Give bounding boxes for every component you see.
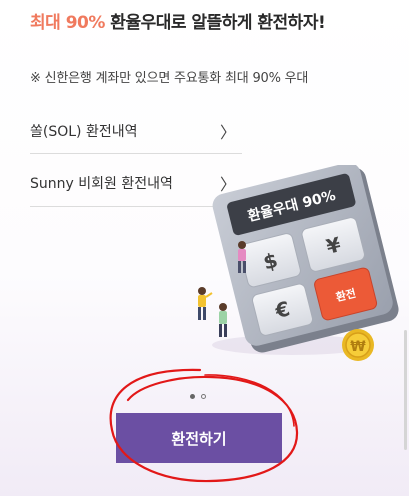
exchange-button[interactable]: 환전하기 <box>116 413 282 463</box>
chevron-right-icon: 〉 <box>219 123 236 142</box>
headline-accent: 최대 90% <box>30 13 105 33</box>
page-dot[interactable] <box>201 394 206 399</box>
page-dot-active[interactable] <box>190 394 195 399</box>
won-symbol: ₩ <box>350 339 366 355</box>
won-coin-icon: ₩ <box>342 329 374 361</box>
page-indicator <box>190 394 206 399</box>
person-figure-green <box>219 303 227 337</box>
exchange-calculator-illustration: 환율우대 90% $ ¥ € 환전 ₩ <box>198 165 399 361</box>
menu-item-sol-history[interactable]: 쏠(SOL) 환전내역 〉 <box>30 111 240 151</box>
headline-text: 환율우대로 알뜰하게 환전하자! <box>104 13 326 33</box>
page-headline: 최대 90% 환율우대로 알뜰하게 환전하자! <box>30 8 326 33</box>
menu-item-label: 쏠(SOL) 환전내역 <box>30 124 138 140</box>
benefit-notice: ※ 신한은행 계좌만 있으면 주요통화 최대 90% 우대 <box>30 71 309 86</box>
divider <box>30 153 242 154</box>
person-figure-yellow <box>198 287 213 320</box>
menu-item-label: Sunny 비회원 환전내역 <box>30 176 173 192</box>
scrollbar[interactable] <box>404 330 407 450</box>
